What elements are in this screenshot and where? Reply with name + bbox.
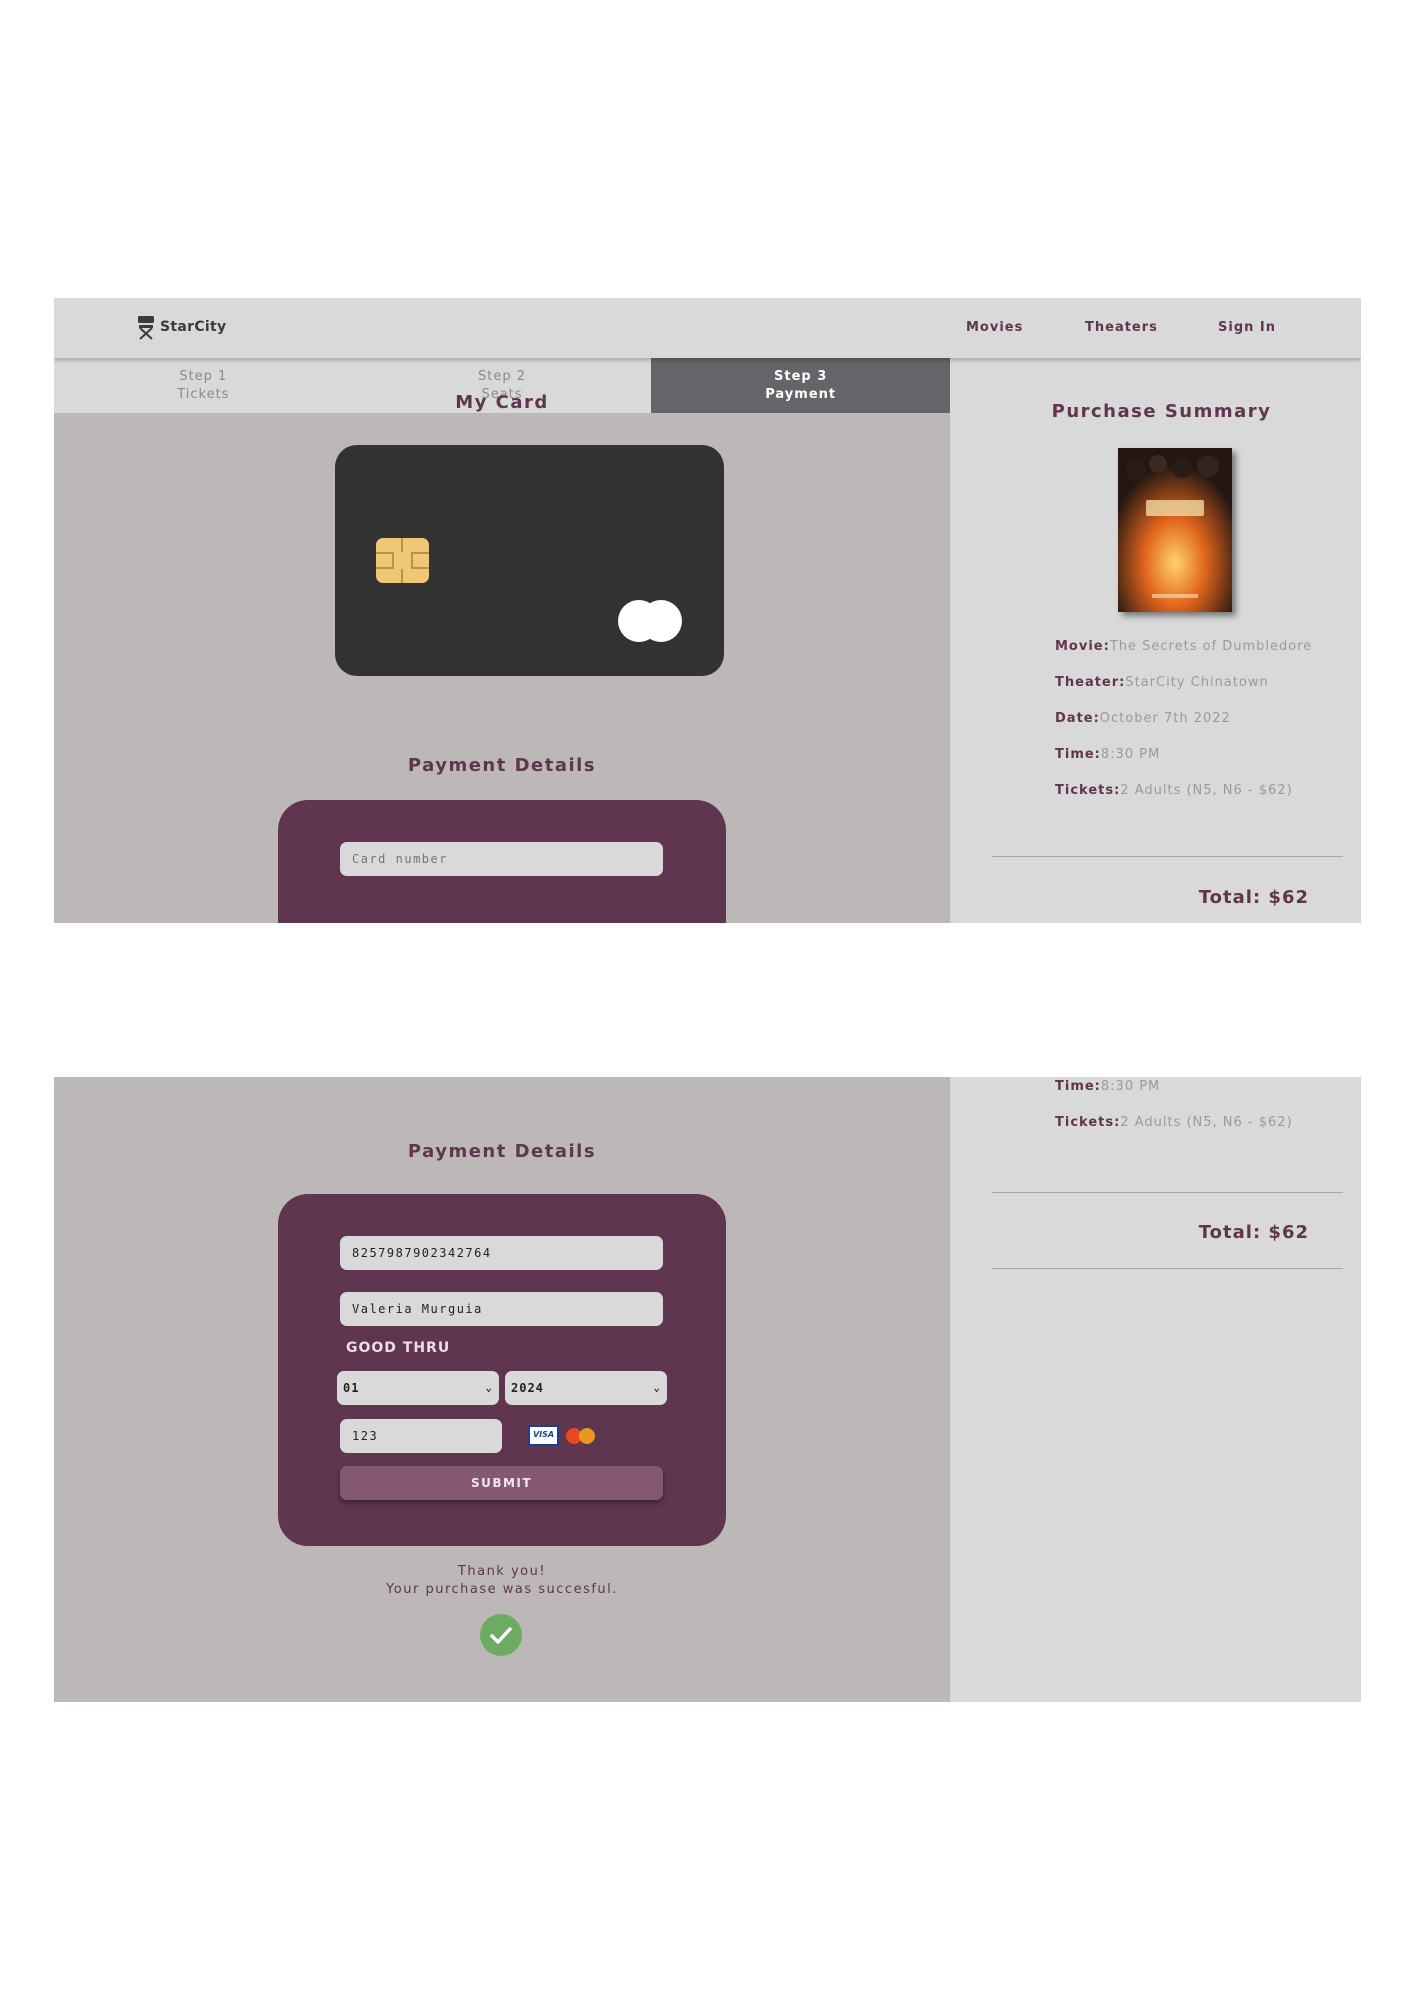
summary-row-movie: Movie:The Secrets of Dumbledore [1055, 639, 1312, 654]
confirmation-line-2: Your purchase was succesful. [386, 1582, 618, 1597]
my-card-title: My Card [455, 392, 549, 413]
payment-form-panel: GOOD THRU 01 ⌄ 2024 ⌄ VISA SUBMIT [278, 1194, 726, 1546]
summary-value: 2 Adults (N5, N6 - $62) [1120, 1115, 1293, 1130]
expiry-year-value: 2024 [511, 1381, 544, 1395]
payment-details-title: Payment Details [407, 1141, 597, 1162]
expiry-month-select[interactable]: 01 ⌄ [337, 1371, 499, 1405]
payment-form-panel [278, 800, 726, 923]
top-navbar: StarCity Movies Theaters Sign In [54, 298, 1361, 358]
chevron-down-icon: ⌄ [653, 1381, 661, 1394]
cvv-input[interactable] [340, 1419, 502, 1453]
summary-total: Total: $62 [1198, 1222, 1309, 1243]
purchase-summary-panel: Purchase Summary Movie:The Secrets of Du… [950, 358, 1361, 923]
summary-divider [992, 856, 1343, 857]
payment-main-panel: Payment Details GOOD THRU 01 ⌄ 2024 ⌄ VI… [54, 1077, 950, 1702]
chevron-down-icon: ⌄ [485, 1381, 493, 1394]
summary-divider [992, 1192, 1343, 1193]
summary-value: 2 Adults (N5, N6 - $62) [1120, 783, 1293, 798]
logo-text: StarCity [160, 319, 227, 335]
summary-value: October 7th 2022 [1099, 711, 1231, 726]
director-chair-icon [138, 316, 154, 340]
summary-row-date: Date:October 7th 2022 [1055, 711, 1231, 726]
summary-key: Theater: [1055, 675, 1126, 690]
summary-value: 8:30 PM [1100, 747, 1161, 762]
credit-card-preview [335, 445, 724, 676]
nav-movies-link[interactable]: Movies [966, 320, 1023, 335]
logo[interactable]: StarCity [136, 314, 226, 340]
screenshot-checkout-bottom: Payment Details GOOD THRU 01 ⌄ 2024 ⌄ VI… [54, 1077, 1361, 1702]
submit-button[interactable]: SUBMIT [340, 1466, 663, 1500]
summary-key: Tickets: [1055, 1115, 1121, 1130]
movie-poster [1118, 448, 1232, 612]
summary-value: 8:30 PM [1100, 1079, 1161, 1094]
summary-key: Time: [1055, 747, 1101, 762]
cardholder-name-input[interactable] [340, 1292, 663, 1326]
summary-row-time: Time:8:30 PM [1055, 1079, 1160, 1094]
summary-key: Movie: [1055, 639, 1110, 654]
card-chip-icon [376, 538, 429, 583]
summary-row-time: Time:8:30 PM [1055, 747, 1160, 762]
confirmation-line-1: Thank you! [457, 1564, 547, 1579]
card-number-input[interactable] [340, 1236, 663, 1270]
summary-key: Time: [1055, 1079, 1101, 1094]
summary-value: StarCity Chinatown [1125, 675, 1269, 690]
step-number: Step 3 [774, 369, 828, 384]
summary-divider [992, 1268, 1343, 1269]
card-number-input[interactable] [340, 842, 663, 876]
summary-row-theater: Theater:StarCity Chinatown [1055, 675, 1269, 690]
payment-details-title: Payment Details [407, 755, 597, 776]
mastercard-logo-icon [565, 1426, 597, 1446]
summary-key: Date: [1055, 711, 1100, 726]
step-number: Step 1 [179, 369, 228, 384]
summary-key: Tickets: [1055, 783, 1121, 798]
visa-logo-icon: VISA [528, 1425, 559, 1446]
expiry-month-value: 01 [343, 1381, 360, 1395]
purchase-summary-panel: Time:8:30 PM Tickets:2 Adults (N5, N6 - … [950, 1077, 1361, 1702]
check-icon [480, 1614, 522, 1656]
good-thru-label: GOOD THRU [346, 1340, 451, 1356]
payment-main-panel: Step 1 Tickets Step 2 Seats Step 3 Payme… [54, 358, 951, 923]
summary-row-tickets: Tickets:2 Adults (N5, N6 - $62) [1055, 1115, 1293, 1130]
screenshot-checkout-top: StarCity Movies Theaters Sign In Step 1 … [54, 298, 1361, 923]
nav-sign-in-link[interactable]: Sign In [1218, 320, 1276, 335]
summary-row-tickets: Tickets:2 Adults (N5, N6 - $62) [1055, 783, 1293, 798]
purchase-summary-title: Purchase Summary [1051, 401, 1272, 422]
nav-theaters-link[interactable]: Theaters [1085, 320, 1158, 335]
expiry-year-select[interactable]: 2024 ⌄ [505, 1371, 667, 1405]
summary-total: Total: $62 [1198, 887, 1309, 908]
summary-value: The Secrets of Dumbledore [1109, 639, 1313, 654]
step-number: Step 2 [478, 369, 527, 384]
confirmation-message: Thank you! Your purchase was succesful. [54, 1563, 950, 1599]
